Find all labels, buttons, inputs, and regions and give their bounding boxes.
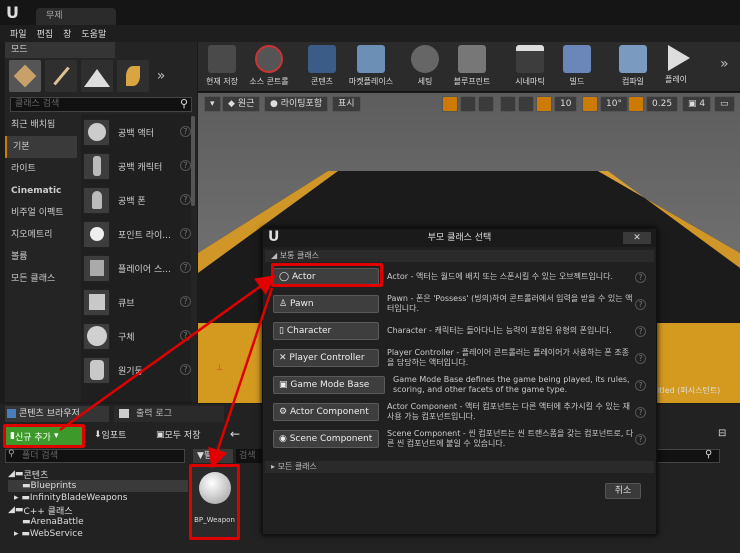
annotation-arrow [59, 275, 277, 469]
